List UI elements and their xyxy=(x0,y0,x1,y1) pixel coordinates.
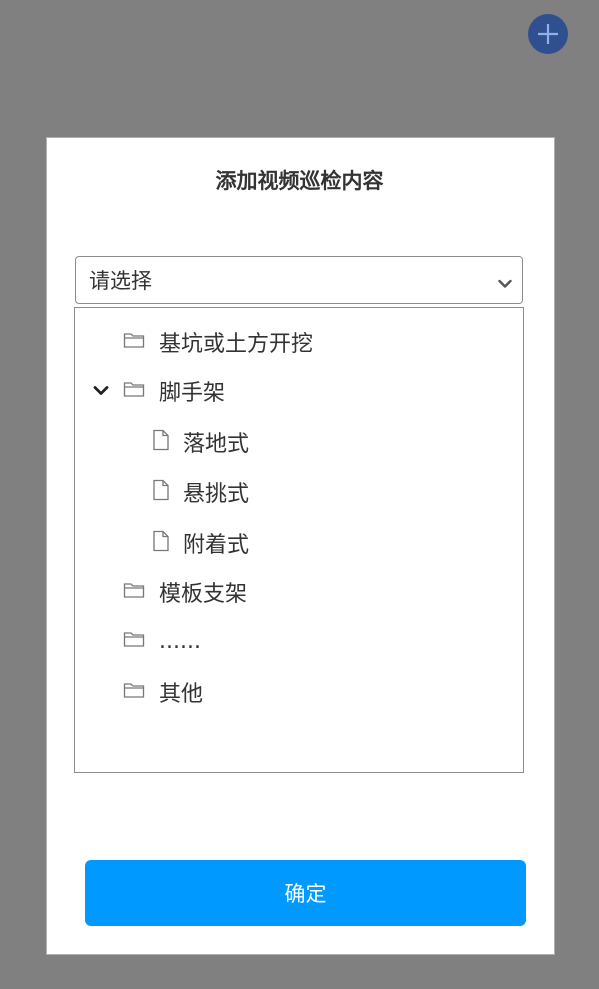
tree-node-label: 其他 xyxy=(159,682,204,707)
category-tree: 基坑或土方开挖 脚手架 落地式 悬挑式 附着式 模板支架 ...... 其他 xyxy=(74,307,524,773)
tree-node-file[interactable]: 悬挑式 xyxy=(152,476,249,508)
category-select[interactable]: 请选择 xyxy=(75,256,523,304)
folder-icon xyxy=(123,630,145,652)
tree-node-label: 落地式 xyxy=(183,432,250,457)
tree-node-label: ...... xyxy=(159,628,201,654)
chevron-down-icon xyxy=(498,274,512,293)
file-icon xyxy=(152,429,170,455)
tree-node-folder[interactable]: 脚手架 xyxy=(123,375,225,407)
file-icon xyxy=(152,479,170,505)
tree-node-label: 基坑或土方开挖 xyxy=(159,332,314,357)
tree-node-folder[interactable]: 模板支架 xyxy=(123,576,247,608)
folder-icon xyxy=(123,331,145,353)
tree-node-label: 模板支架 xyxy=(159,582,248,607)
tree-node-label: 附着式 xyxy=(183,533,250,558)
plus-icon xyxy=(538,24,558,44)
select-value: 请选择 xyxy=(89,269,152,293)
confirm-button[interactable]: 确定 xyxy=(85,860,526,926)
add-button[interactable] xyxy=(528,14,568,54)
tree-node-label: 脚手架 xyxy=(159,381,226,406)
file-icon xyxy=(152,530,170,556)
folder-icon xyxy=(123,581,145,603)
folder-icon xyxy=(123,380,145,402)
tree-node-file[interactable]: 落地式 xyxy=(152,426,249,458)
tree-node-folder[interactable]: 基坑或土方开挖 xyxy=(123,326,313,358)
tree-node-file[interactable]: 附着式 xyxy=(152,527,249,559)
dialog-title: 添加视频巡检内容 xyxy=(215,169,384,193)
tree-node-folder[interactable]: 其他 xyxy=(123,676,203,708)
tree-node-label: 悬挑式 xyxy=(183,482,250,507)
folder-icon xyxy=(123,681,145,703)
chevron-down-icon[interactable] xyxy=(92,382,110,400)
tree-node-folder[interactable]: ...... xyxy=(123,625,201,657)
